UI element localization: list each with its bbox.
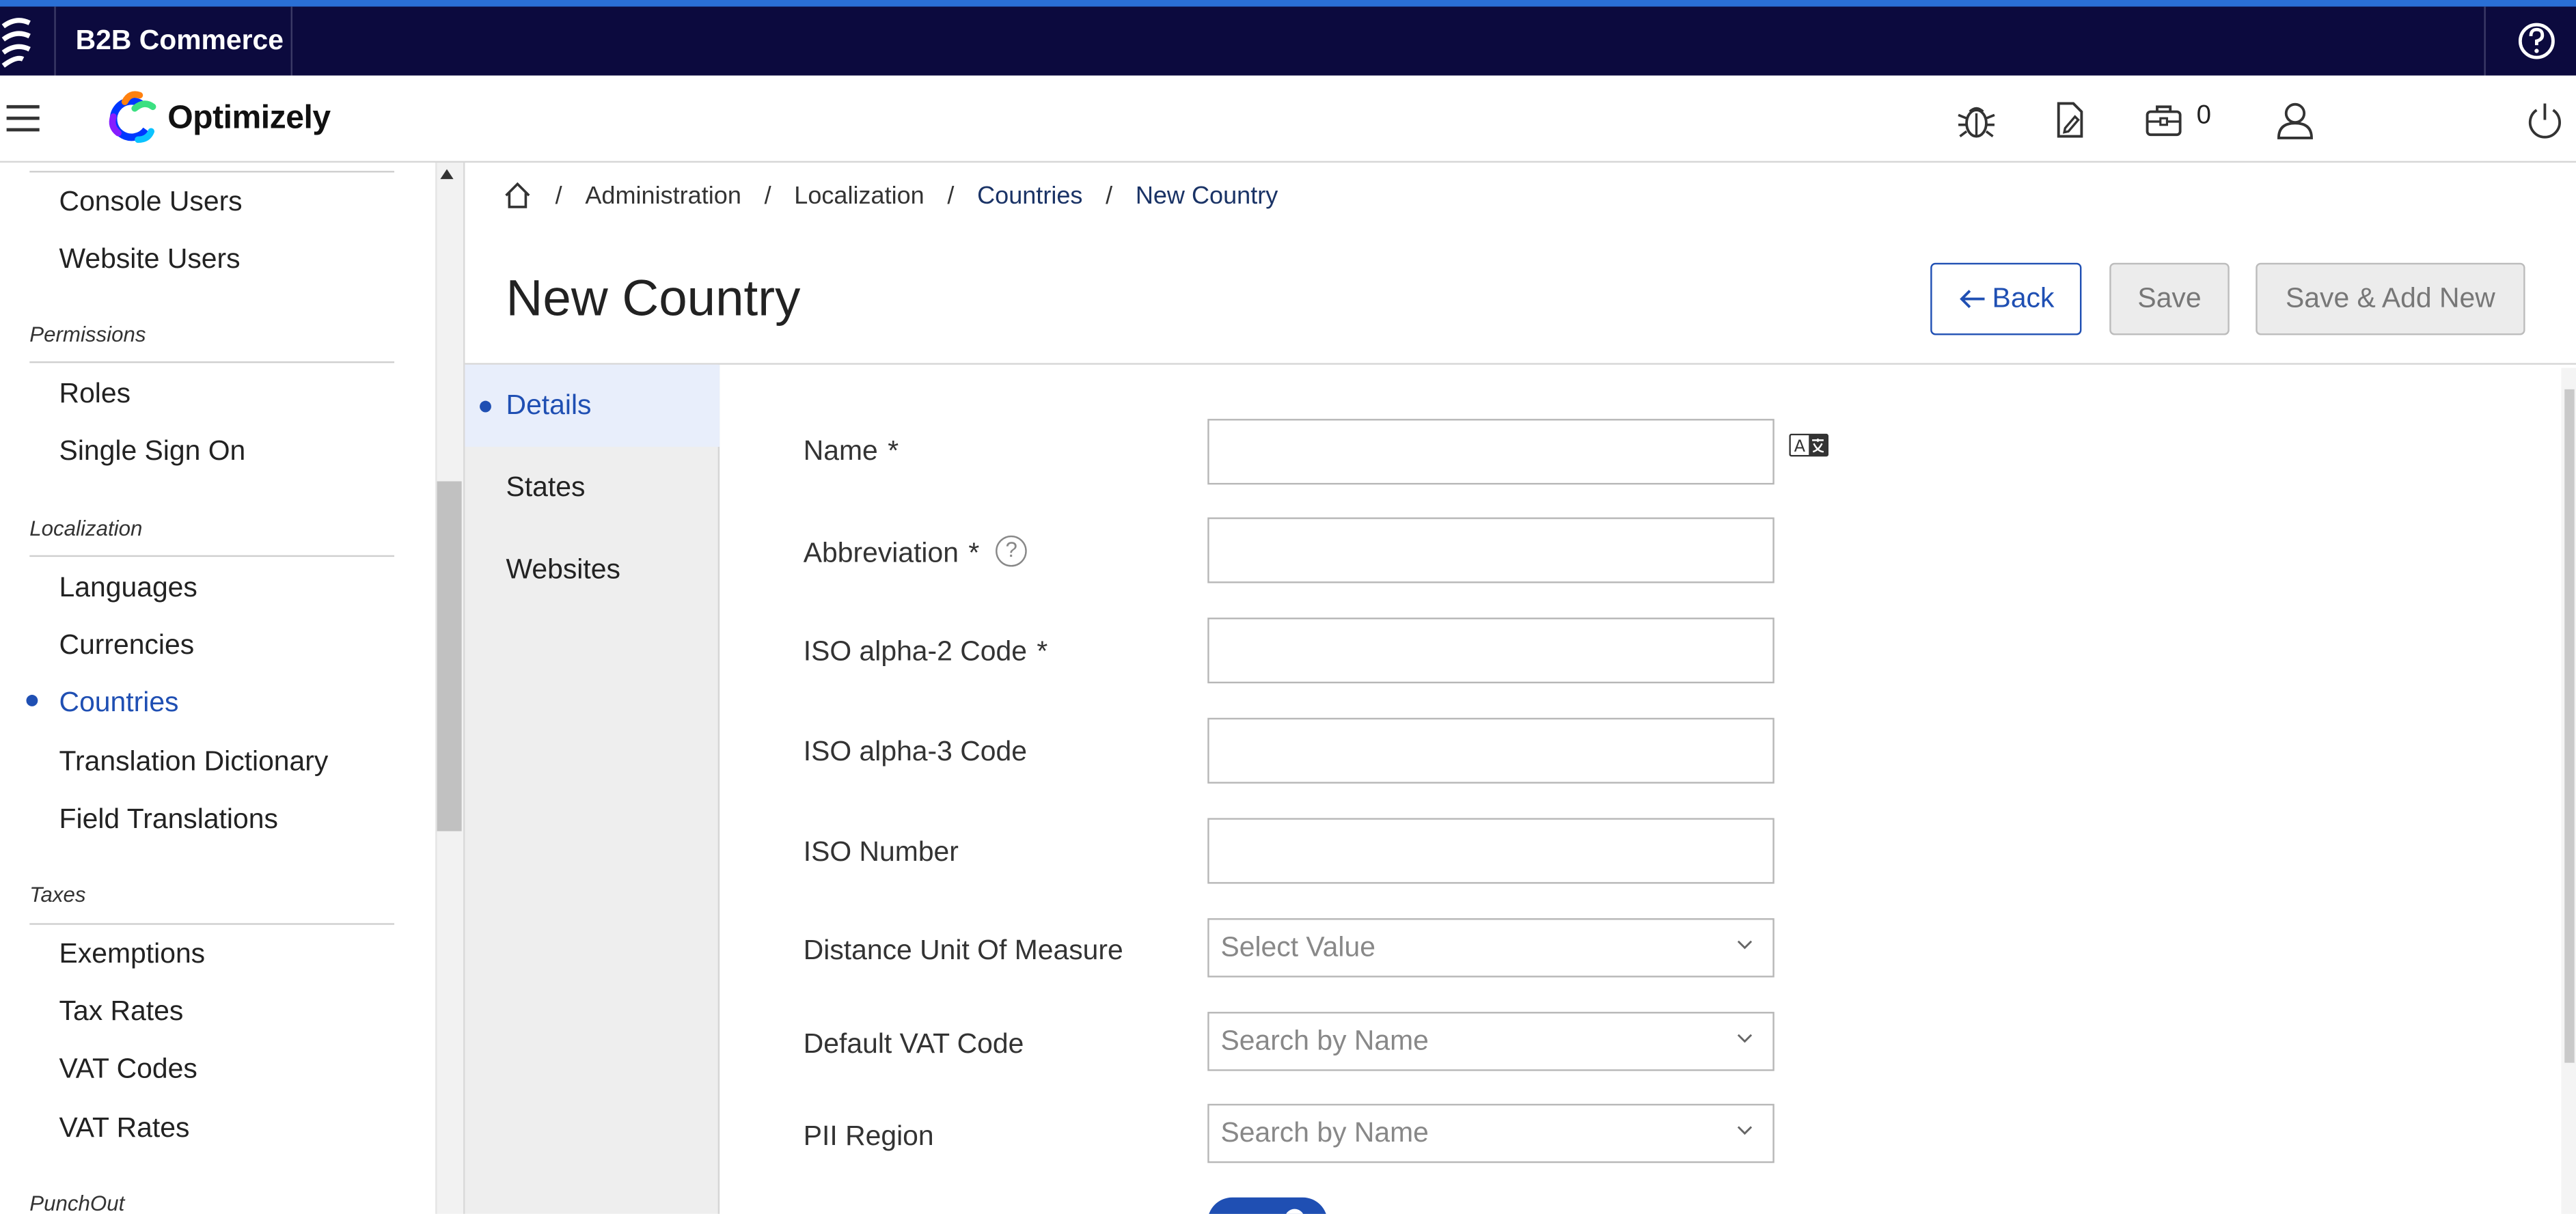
active-tab-indicator (480, 400, 491, 413)
content-scrollbar-thumb[interactable] (2564, 389, 2575, 1063)
tab-details-label: Details (506, 389, 592, 421)
optimizely-logo-icon (109, 91, 156, 143)
cart-count: 0 (2196, 102, 2212, 130)
svg-text:A: A (1794, 437, 1806, 456)
briefcase-icon[interactable] (2142, 98, 2185, 141)
content-divider (465, 363, 2576, 365)
chevron-down-icon (1737, 1126, 1753, 1135)
sidebar-section-permissions: Permissions (29, 322, 146, 347)
sidebar-item-currencies[interactable]: Currencies (59, 629, 195, 662)
main-header: Optimizely 0 (0, 75, 2576, 163)
home-icon[interactable] (503, 180, 532, 210)
sidebar-item-field-translations[interactable]: Field Translations (59, 803, 278, 836)
optimizely-mark-icon (1, 18, 31, 68)
tab-states[interactable]: States (465, 447, 720, 529)
user-icon[interactable] (2274, 98, 2317, 141)
app-switcher[interactable] (0, 6, 56, 76)
sidebar-item-console-users[interactable]: Console Users (59, 186, 243, 219)
default-vat-select[interactable]: Search by Name (1207, 1012, 1775, 1071)
help-circle-icon[interactable]: ? (996, 535, 1028, 567)
iso2-label: ISO alpha-2 Code * (804, 636, 1048, 669)
back-button[interactable]: Back (1930, 262, 2082, 335)
power-icon[interactable] (2523, 98, 2566, 141)
app-name: B2B Commerce (56, 6, 292, 76)
iso3-label: ISO alpha-3 Code (803, 736, 1027, 767)
sidebar-item-countries[interactable]: Countries (59, 687, 179, 719)
name-input[interactable] (1207, 419, 1775, 485)
abbreviation-label: Abbreviation *? (803, 535, 1028, 570)
pii-region-placeholder: Search by Name (1220, 1116, 1429, 1148)
sidebar-item-single-sign-on[interactable]: Single Sign On (59, 435, 246, 468)
iso2-input[interactable] (1207, 618, 1775, 684)
sidebar-section-localization: Localization (29, 515, 143, 541)
abbreviation-label-text: Abbreviation (803, 537, 959, 568)
save-add-new-button[interactable]: Save & Add New (2256, 262, 2525, 335)
default-vat-placeholder: Search by Name (1220, 1025, 1429, 1057)
default-vat-label: Default VAT Code (803, 1028, 1024, 1060)
save-button[interactable]: Save (2109, 262, 2230, 335)
name-label-text: Name (803, 435, 878, 467)
detail-tabs: Details States Websites (465, 364, 720, 1214)
back-button-label: Back (1992, 282, 2055, 314)
pii-region-label: PII Region (803, 1120, 934, 1152)
required-marker: * (888, 435, 899, 467)
toggle-switch[interactable] (1207, 1197, 1328, 1214)
chevron-down-icon (1737, 1034, 1753, 1043)
sidebar-scrollbar-thumb[interactable] (437, 481, 462, 831)
distance-uom-label: Distance Unit Of Measure (803, 935, 1123, 966)
menu-icon[interactable] (6, 105, 40, 132)
sidebar-item-roles[interactable]: Roles (59, 378, 131, 411)
breadcrumb-current: New Country (1135, 181, 1278, 210)
sidebar-section-punchout: PunchOut (29, 1191, 125, 1214)
sidebar-divider (29, 361, 395, 363)
sidebar-item-tax-rates[interactable]: Tax Rates (59, 995, 184, 1028)
arrow-left-icon (1959, 290, 1984, 308)
sidebar-section-taxes: Taxes (29, 882, 86, 907)
pii-region-select[interactable]: Search by Name (1207, 1103, 1775, 1163)
breadcrumb-separator: / (764, 181, 771, 210)
page-title: New Country (506, 269, 801, 327)
breadcrumb-administration[interactable]: Administration (585, 182, 741, 210)
sidebar-item-translation-dictionary[interactable]: Translation Dictionary (59, 746, 329, 779)
distance-uom-select[interactable]: Select Value (1207, 918, 1775, 978)
help-icon (2518, 23, 2555, 59)
iso3-input[interactable] (1207, 717, 1775, 784)
sidebar-divider (29, 555, 395, 557)
sidebar-item-vat-codes[interactable]: VAT Codes (59, 1053, 197, 1086)
help-button[interactable] (2484, 6, 2576, 76)
name-label: Name * (804, 435, 899, 468)
sidebar-divider (29, 171, 395, 173)
iso-number-label: ISO Number (803, 836, 959, 868)
chevron-down-icon (1737, 940, 1753, 950)
active-indicator (26, 695, 38, 706)
breadcrumb-separator: / (555, 181, 562, 210)
sidebar-item-vat-rates[interactable]: VAT Rates (59, 1112, 190, 1145)
distance-uom-placeholder: Select Value (1220, 931, 1375, 963)
breadcrumb: / Administration / Localization / Countr… (503, 179, 1278, 212)
top-bar: B2B Commerce (0, 0, 2576, 76)
breadcrumb-separator: / (1106, 181, 1113, 210)
breadcrumb-localization[interactable]: Localization (794, 182, 924, 210)
sidebar-nav: Console Users Website Users Permissions … (0, 163, 436, 1214)
tab-websites[interactable]: Websites (465, 529, 720, 611)
sidebar-item-website-users[interactable]: Website Users (59, 243, 241, 276)
tab-details[interactable]: Details (465, 364, 720, 447)
iso2-label-text: ISO alpha-2 Code (803, 635, 1027, 667)
sidebar-item-languages[interactable]: Languages (59, 572, 197, 605)
abbreviation-input[interactable] (1207, 517, 1775, 583)
sidebar-item-exemptions[interactable]: Exemptions (59, 938, 206, 971)
breadcrumb-countries[interactable]: Countries (977, 182, 1082, 210)
iso-number-input[interactable] (1207, 818, 1775, 884)
required-marker: * (1037, 635, 1048, 667)
brand-logo[interactable]: Optimizely (105, 90, 331, 146)
brand-name: Optimizely (167, 99, 331, 136)
bug-icon[interactable] (1955, 98, 1998, 141)
edit-document-icon[interactable] (2047, 98, 2090, 141)
required-marker: * (968, 537, 980, 568)
sidebar-divider (29, 923, 395, 925)
breadcrumb-separator: / (947, 181, 955, 210)
scroll-up-arrow-icon[interactable] (440, 169, 454, 180)
translate-icon[interactable]: A (1789, 433, 1829, 457)
app-window: B2B Commerce Optimizely 0 Console Users … (0, 0, 2576, 1214)
